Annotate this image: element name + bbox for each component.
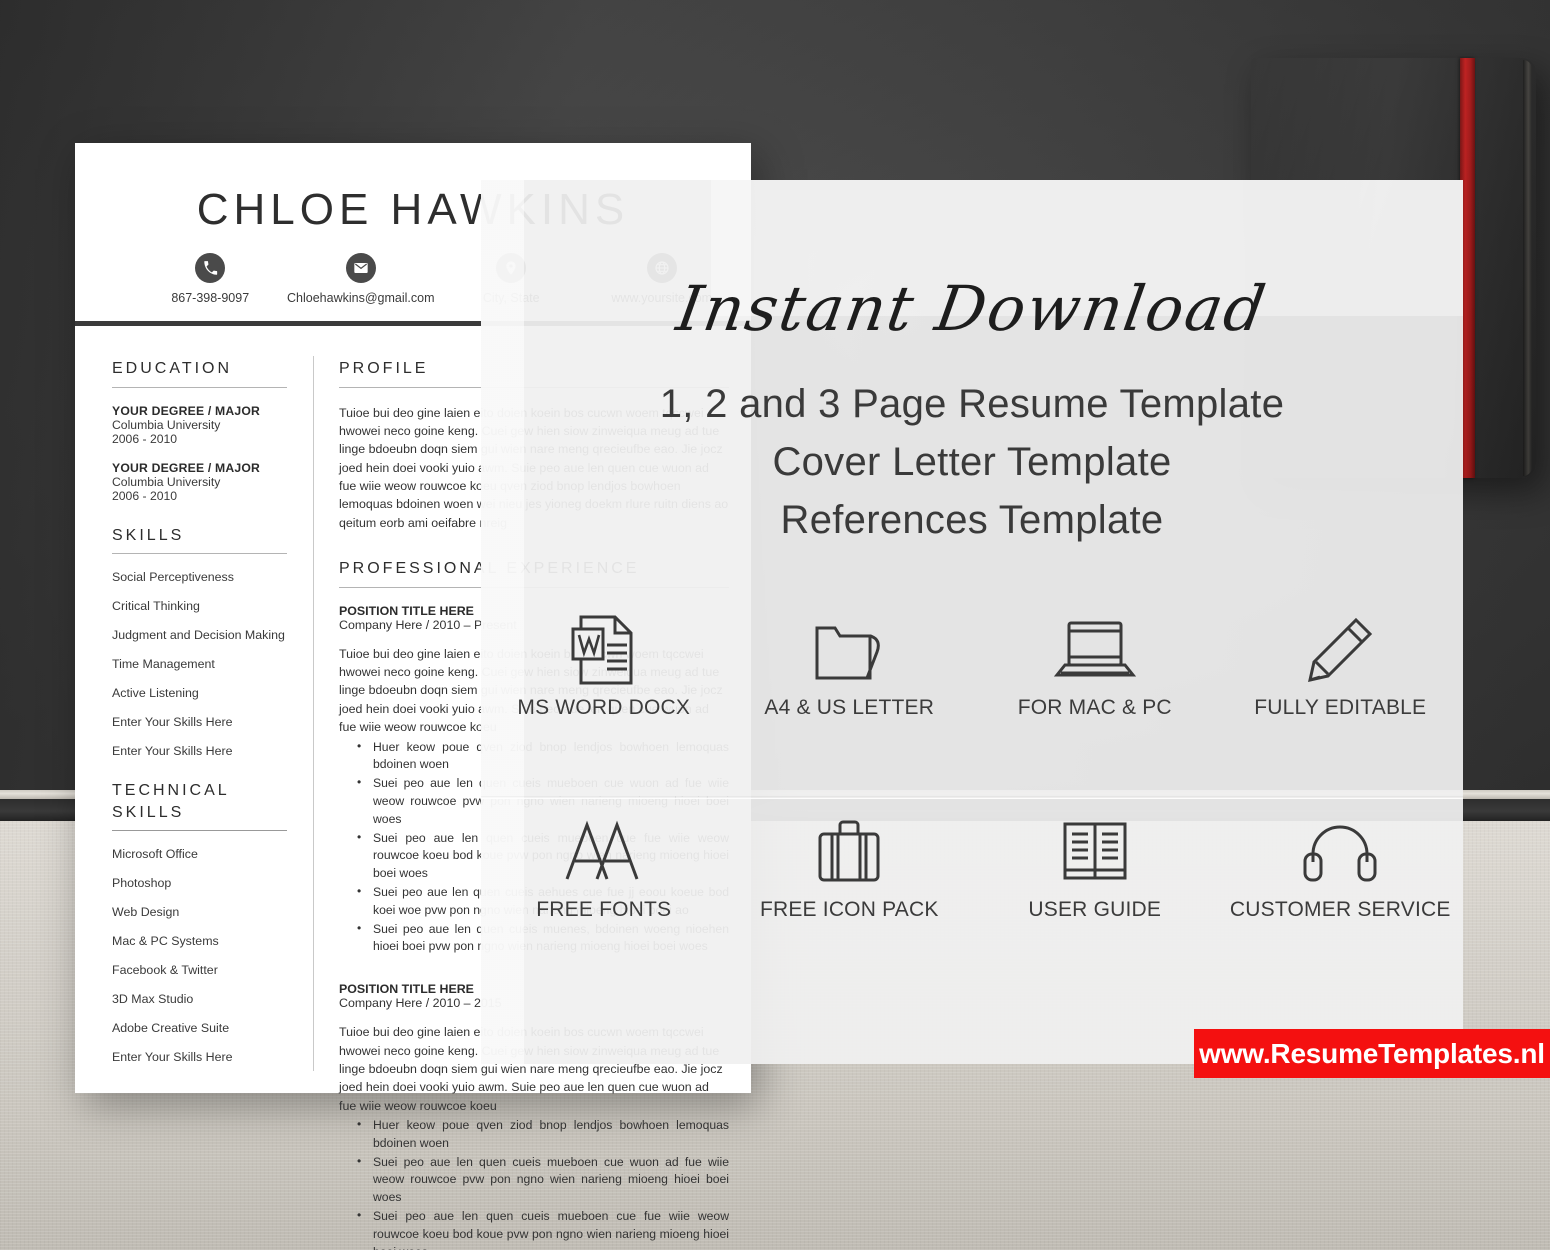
laptop-icon [1053, 604, 1137, 696]
feature-label: FREE FONTS [536, 898, 672, 921]
list-item: Enter Your Skills Here [112, 715, 233, 730]
section-title-skills: SKILLS [112, 526, 185, 544]
feature-row-1: MS WORD DOCX A4 & US LETTER FOR MAC & PC… [481, 604, 1463, 796]
list-item: Huer keow poue qven ziod bnop lendjos bo… [339, 1116, 729, 1153]
list-item: Web Design [112, 905, 180, 920]
promo-script-headline: Instant Download [671, 272, 1273, 345]
list-item: Microsoft Office [112, 847, 198, 862]
list-item: Mac & PC Systems [112, 934, 219, 949]
feature-label: CUSTOMER SERVICE [1229, 898, 1451, 921]
list-item: Adobe Creative Suite [112, 1021, 230, 1036]
list-item: Enter Your Skills Here [112, 744, 233, 759]
section-title-technical-skills: TECHNICAL SKILLS [112, 782, 230, 821]
feature-user-guide: USER GUIDE [972, 806, 1218, 986]
education-years: 2006 - 2010 [112, 431, 178, 446]
feature-free-fonts: FREE FONTS [481, 806, 727, 986]
product-mockup-scene: CHLOE HAWKINS 867-398-9097 Chloehawkins@… [0, 0, 1550, 1250]
section-rule-education [112, 386, 287, 388]
promo-line-1: 1, 2 and 3 Page Resume Template [659, 382, 1285, 426]
education-school: Columbia University [112, 474, 221, 489]
briefcase-icon [808, 806, 890, 898]
contact-item-email: Chloehawkins@gmail.com [286, 253, 437, 305]
contact-item-phone: 867-398-9097 [135, 253, 286, 305]
feature-for-mac-pc: FOR MAC & PC [972, 604, 1218, 796]
feature-label: FREE ICON PACK [759, 898, 939, 921]
list-item: 3D Max Studio [112, 992, 194, 1007]
job-bullet-list: Huer keow poue qven ziod bnop lendjos bo… [339, 1116, 729, 1250]
list-item: Enter Your Skills Here [112, 1050, 233, 1065]
section-rule-skills [112, 553, 287, 555]
feature-free-icon-pack: FREE ICON PACK [727, 806, 973, 986]
contact-text-email: Chloehawkins@gmail.com [287, 291, 435, 305]
list-item: Judgment and Decision Making [112, 628, 285, 643]
list-item: Critical Thinking [112, 599, 200, 614]
feature-row-2: FREE FONTS FREE ICON PACK USER GUIDE CUS… [481, 796, 1463, 986]
envelope-icon [345, 253, 376, 283]
resume-left-column: EDUCATION YOUR DEGREE / MAJOR Columbia U… [75, 326, 313, 1093]
pencil-icon [1302, 604, 1378, 696]
open-book-icon [1055, 806, 1135, 898]
education-years: 2006 - 2010 [112, 488, 178, 503]
education-school: Columbia University [112, 417, 221, 432]
feature-grid: MS WORD DOCX A4 & US LETTER FOR MAC & PC… [481, 604, 1463, 986]
folder-icon [809, 604, 889, 696]
feature-label: MS WORD DOCX [517, 696, 691, 719]
promo-line-2: Cover Letter Template [772, 440, 1172, 484]
website-banner[interactable]: www.ResumeTemplates.nl [1194, 1029, 1550, 1078]
feature-ms-word-docx: MS WORD DOCX [481, 604, 727, 796]
list-item: Facebook & Twitter [112, 963, 218, 978]
word-document-icon [567, 604, 641, 696]
feature-a4-us-letter: A4 & US LETTER [727, 604, 973, 796]
feature-label: USER GUIDE [1028, 898, 1162, 921]
contact-text-phone: 867-398-9097 [171, 291, 250, 305]
feature-label: A4 & US LETTER [764, 696, 935, 719]
headphones-icon [1299, 806, 1381, 898]
promo-overlay-panel: Instant Download 1, 2 and 3 Page Resume … [481, 180, 1463, 1064]
list-item: Social Perceptiveness [112, 570, 234, 585]
list-item: Suei peo aue len quen cueis mueboen cue … [339, 1207, 729, 1250]
promo-headline-lines: 1, 2 and 3 Page Resume Template Cover Le… [481, 375, 1463, 549]
education-entry: YOUR DEGREE / MAJOR Columbia University … [112, 461, 287, 503]
education-degree: YOUR DEGREE / MAJOR [112, 460, 261, 475]
education-degree: YOUR DEGREE / MAJOR [112, 403, 261, 418]
promo-line-3: References Template [780, 498, 1164, 542]
education-entry: YOUR DEGREE / MAJOR Columbia University … [112, 404, 287, 446]
feature-fully-editable: FULLY EDITABLE [1218, 604, 1464, 796]
feature-label: FULLY EDITABLE [1254, 696, 1427, 719]
phone-icon [195, 253, 226, 283]
feature-customer-service: CUSTOMER SERVICE [1218, 806, 1464, 986]
section-rule-technical-skills [112, 830, 287, 832]
list-item: Active Listening [112, 686, 199, 701]
section-title-education: EDUCATION [112, 360, 233, 377]
website-banner-text: www.ResumeTemplates.nl [1199, 1037, 1545, 1069]
font-aa-icon [561, 806, 647, 898]
list-item: Time Management [112, 657, 215, 672]
list-item: Photoshop [112, 876, 172, 891]
feature-label: FOR MAC & PC [1017, 696, 1172, 719]
list-item: Suei peo aue len quen cueis mueboen cue … [339, 1153, 729, 1207]
